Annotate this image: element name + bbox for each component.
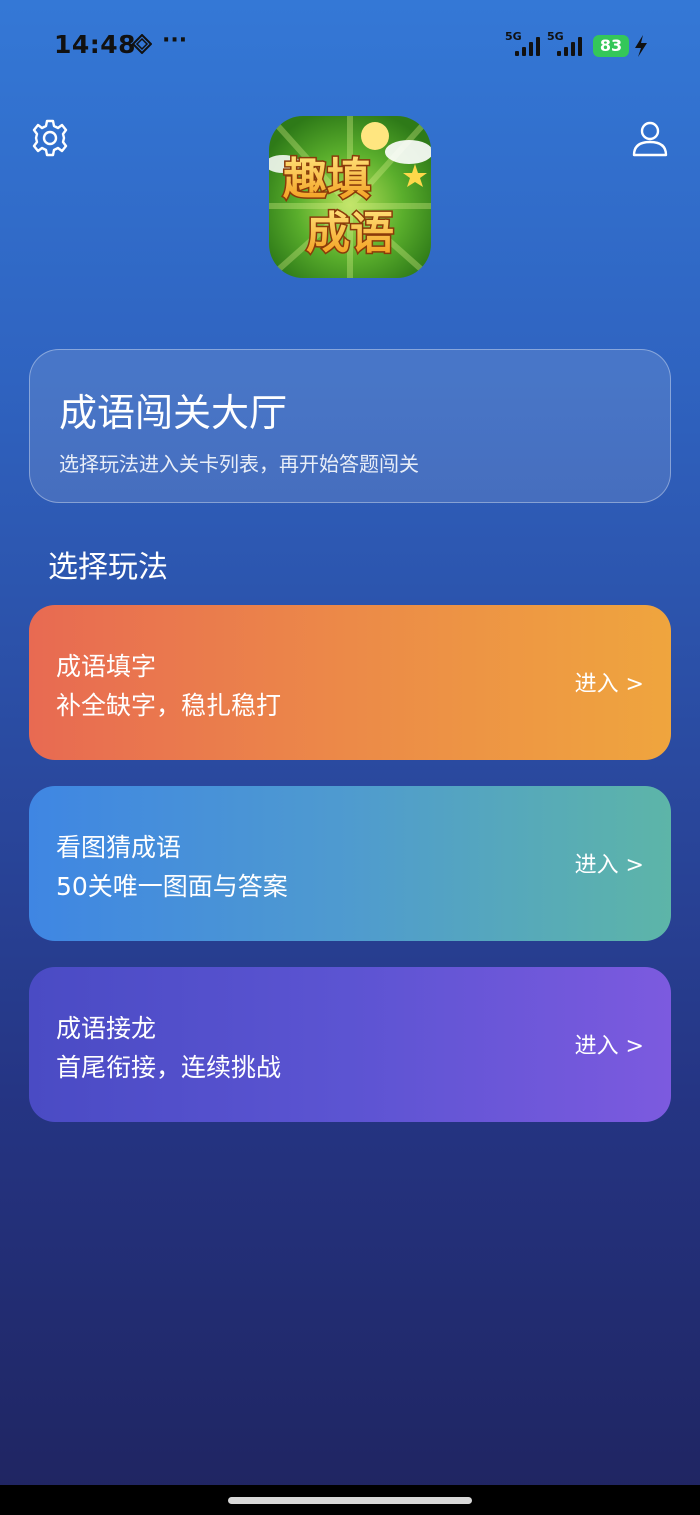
gear-icon	[32, 119, 68, 157]
logo-text: 成语	[306, 208, 394, 259]
logo-text: 趣填	[283, 154, 371, 205]
charging-bolt-icon	[633, 34, 649, 58]
mode-name: 成语接龙	[56, 1014, 157, 1043]
more-dots-icon: ···	[162, 28, 188, 53]
mode-name: 看图猜成语	[56, 833, 182, 862]
hall-title: 成语闯关大厅	[59, 391, 288, 435]
home-indicator[interactable]	[228, 1497, 472, 1504]
enter-button[interactable]: 进入 >	[575, 847, 644, 879]
status-bar: 14:48 ··· 5G 5G 83	[0, 0, 700, 90]
status-time: 14:48	[54, 30, 137, 59]
user-icon	[632, 121, 668, 157]
hall-subtitle: 选择玩法进入关卡列表，再开始答题闯关	[59, 452, 419, 476]
battery-level: 83	[593, 35, 629, 57]
mode-card-fill-character[interactable]: 成语填字 补全缺字，稳扎稳打 进入 >	[29, 605, 671, 760]
mode-description: 首尾衔接，连续挑战	[56, 1053, 282, 1082]
cellular-signal-icon: 5G	[505, 30, 545, 58]
profile-button[interactable]	[630, 118, 670, 158]
mode-card-idiom-chain[interactable]: 成语接龙 首尾衔接，连续挑战 进入 >	[29, 967, 671, 1122]
hall-info-card: 成语闯关大厅 选择玩法进入关卡列表，再开始答题闯关	[29, 349, 671, 503]
enter-button[interactable]: 进入 >	[575, 666, 644, 698]
enter-button[interactable]: 进入 >	[575, 1028, 644, 1060]
section-title: 选择玩法	[48, 550, 168, 585]
location-diamond-icon	[131, 33, 153, 55]
mode-description: 补全缺字，稳扎稳打	[56, 691, 282, 720]
cellular-signal-icon: 5G	[547, 30, 587, 58]
settings-button[interactable]	[30, 118, 70, 158]
mode-card-picture-guess[interactable]: 看图猜成语 50关唯一图面与答案 进入 >	[29, 786, 671, 941]
mode-description: 50关唯一图面与答案	[56, 872, 288, 901]
app-logo: 趣填 成语	[269, 116, 431, 278]
mode-name: 成语填字	[56, 652, 157, 681]
